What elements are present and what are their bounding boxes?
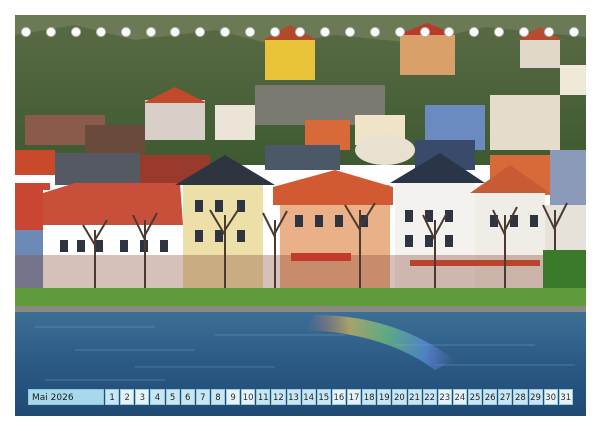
day-cell: 1 <box>105 389 120 405</box>
day-cell: 17 <box>347 389 362 405</box>
day-cell: 22 <box>422 389 437 405</box>
binding-hole <box>95 27 106 37</box>
day-cell: 25 <box>468 389 483 405</box>
day-cell: 13 <box>286 389 301 405</box>
day-cell: 16 <box>331 389 346 405</box>
binding-hole <box>319 27 330 37</box>
month-label: Mai 2026 <box>28 389 104 405</box>
day-cell: 12 <box>271 389 286 405</box>
day-cell: 27 <box>498 389 513 405</box>
day-cell: 30 <box>543 389 558 405</box>
binding-hole <box>270 27 281 37</box>
binding-hole <box>519 27 530 37</box>
spiral-binding <box>0 22 600 42</box>
day-cell: 20 <box>392 389 407 405</box>
binding-hole <box>170 27 181 37</box>
day-cell: 8 <box>210 389 225 405</box>
day-cell: 29 <box>528 389 543 405</box>
day-cell: 28 <box>513 389 528 405</box>
calendar-page: Mai 2026 1 2 3 4 5 6 7 8 9 10 11 12 13 14 15 16 17 18 19 20… <box>0 0 600 431</box>
binding-hole <box>394 27 405 37</box>
day-cell: 11 <box>256 389 271 405</box>
day-cell: 6 <box>180 389 195 405</box>
binding-hole <box>369 27 380 37</box>
day-cell: 3 <box>135 389 150 405</box>
binding-hole <box>494 27 505 37</box>
day-cell: 7 <box>195 389 210 405</box>
binding-hole <box>344 27 355 37</box>
day-cell: 9 <box>226 389 241 405</box>
day-cell: 10 <box>241 389 256 405</box>
day-cell: 15 <box>316 389 331 405</box>
binding-hole <box>45 27 56 37</box>
calendar-day-strip: Mai 2026 1 2 3 4 5 6 7 8 9 10 11 12 13 14 15 16 17 18 19 20… <box>28 389 573 405</box>
harbor-town-photo <box>15 15 586 416</box>
binding-hole <box>145 27 156 37</box>
binding-hole <box>245 27 256 37</box>
day-cell: 5 <box>165 389 180 405</box>
binding-hole <box>544 27 555 37</box>
binding-hole <box>70 27 81 37</box>
binding-hole <box>569 27 579 37</box>
day-cell: 24 <box>452 389 467 405</box>
binding-hole <box>419 27 430 37</box>
day-cell: 31 <box>558 389 573 405</box>
day-cell: 14 <box>301 389 316 405</box>
day-cell: 26 <box>483 389 498 405</box>
binding-hole <box>195 27 206 37</box>
day-cell: 23 <box>437 389 452 405</box>
binding-hole <box>120 27 131 37</box>
day-cell: 18 <box>362 389 377 405</box>
day-cell: 19 <box>377 389 392 405</box>
binding-hole <box>469 27 480 37</box>
binding-hole <box>21 27 31 37</box>
binding-hole <box>295 27 305 37</box>
binding-hole <box>220 27 231 37</box>
day-cell: 4 <box>150 389 165 405</box>
binding-hole <box>444 27 455 37</box>
day-cell: 2 <box>120 389 135 405</box>
day-cell: 21 <box>407 389 422 405</box>
